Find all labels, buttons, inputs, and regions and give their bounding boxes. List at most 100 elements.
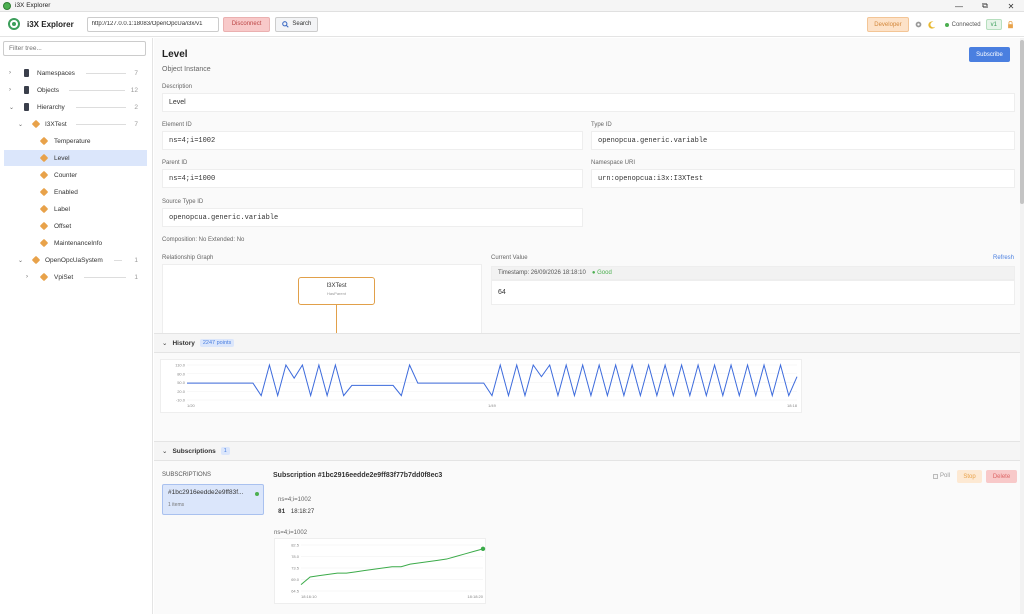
graph-node-label: I3XTest [326,283,347,289]
element-id-value: ns=4;i=1002 [162,131,583,150]
subscription-card[interactable]: #1bc2916eedde2e9ff83f... 1 items [162,484,264,515]
type-id-label: Type ID [591,122,612,128]
subscription-chart-node: ns=4;i=1002 [274,530,308,536]
poll-checkbox[interactable] [932,473,938,479]
chevron-right-icon[interactable]: › [26,274,28,280]
restore-button[interactable]: ⧉ [972,0,998,12]
search-button[interactable]: Search [275,16,319,32]
chevron-down-icon[interactable]: ⌄ [9,104,14,111]
source-type-id-value: openopcua.generic.variable [162,208,583,227]
subscription-item-time: 18:18:27 [290,509,315,515]
x-tick-label: 1/20 [187,403,196,408]
namespace-uri-value: urn:openopcua:i3x:I3XTest [591,169,1015,188]
detail-panel: Level Object Instance Subscribe Descript… [154,38,1020,614]
tree-item-vpiset[interactable]: › VpiSet 1 [4,269,147,285]
x-tick-label: 18:18:20 [467,594,483,599]
page-subtitle: Object Instance [162,66,211,73]
subscription-item-value: 81 [278,508,286,515]
tree-item-openopcuasystem[interactable]: ⌄ OpenOpcUaSystem 1 [4,252,147,268]
server-url-input[interactable] [86,16,219,32]
tree-item-label: OpenOpcUaSystem [45,256,103,264]
tree-item-namespaces[interactable]: › Namespaces 7 [4,65,147,81]
tree-item-count: 1 [134,256,138,264]
stop-button[interactable]: Stop [957,470,982,483]
composition-info: Composition: No Extended: No [162,237,245,243]
subscription-chart[interactable]: 82.5 78.0 73.5 69.0 64.5 18:16:10 18:18:20 [274,538,486,604]
moon-icon[interactable] [927,20,936,29]
relationship-graph-label: Relationship Graph [162,255,214,261]
window-title: i3X Explorer [15,2,51,9]
chevron-right-icon[interactable]: › [9,70,11,76]
search-icon [282,20,290,28]
tree-item-label: MaintenanceInfo [54,239,103,247]
tree-item-level[interactable]: Level [4,150,147,166]
version-badge: v1 [985,19,1002,30]
tree-item-label[interactable]: Label [4,201,147,217]
tree-item-label: Temperature [54,137,91,145]
disconnect-button[interactable]: Disconnect [222,16,271,32]
history-chart-svg: 110.0 80.0 50.0 20.0 -10.01/20 1/49 18:18 [175,363,798,409]
cube-icon [39,170,49,180]
cube-icon [31,119,41,129]
tree-item-count: 1 [134,273,138,281]
tree-item-label: Offset [54,222,72,230]
active-dot-icon [255,492,259,496]
close-button[interactable]: ✕ [998,0,1024,12]
tree-item-i3xtest[interactable]: ⌄ I3XTest 7 [4,116,147,132]
x-tick-label: 1/49 [488,403,497,408]
tree-item-objects[interactable]: › Objects 12 [4,82,147,98]
logo-icon [8,18,20,30]
subscriptions-section-header[interactable]: ⌄ Subscriptions 1 [154,441,1020,461]
gear-icon[interactable] [914,20,923,29]
subscription-node-id: ns=4;i=1002 [278,497,312,503]
lock-icon[interactable] [1007,20,1014,29]
graph-edge-label: HasParent [327,291,346,296]
tree-item-label: Objects [37,86,60,94]
delete-button[interactable]: Delete [986,470,1017,483]
filter-tree-input[interactable] [3,41,146,56]
chevron-right-icon[interactable]: › [9,87,11,93]
cube-icon [39,204,49,214]
subscription-item-row: 81 18:18:27 [278,508,314,515]
status-label: Connected [951,21,981,28]
tree-item-label: Hierarchy [37,103,65,111]
graph-node[interactable]: I3XTest HasParent [298,277,375,305]
status-dot-icon [944,22,949,27]
cube-icon [39,153,49,163]
search-label: Search [292,21,312,27]
scrollbar-thumb[interactable] [1020,40,1024,204]
chevron-down-icon[interactable]: ⌄ [18,121,23,128]
history-section-header[interactable]: ⌄ History 2247 points [154,333,1020,353]
tree-item-hierarchy[interactable]: ⌄ Hierarchy 2 [4,99,147,115]
latest-point [480,546,486,552]
brand-title: i3X Explorer [27,19,74,29]
relationship-graph[interactable]: I3XTest HasParent [162,264,482,335]
y-tick-label: 110.0 [175,363,185,368]
cube-icon [39,187,49,197]
subscribe-button[interactable]: Subscribe [969,47,1010,62]
toolbar: i3X Explorer Disconnect Search Developer… [0,12,1024,37]
current-value: 64 [491,280,1015,305]
sidebar-tree: › Namespaces 7 › Objects 12 ⌄ Hierarchy … [0,38,153,614]
cube-icon [31,255,41,265]
poll-label: Poll [939,473,950,479]
y-tick-label: 80.0 [177,371,186,376]
poll-toggle[interactable]: Poll [932,473,950,479]
timestamp: Timestamp: 26/09/2026 18:18:10 [498,270,586,276]
minimize-button[interactable]: — [946,0,972,12]
developer-button[interactable]: Developer [867,17,909,32]
tree-item-enabled[interactable]: Enabled [4,184,147,200]
refresh-link[interactable]: Refresh [993,255,1014,261]
tree-item-temperature[interactable]: Temperature [4,133,147,149]
parent-id-label: Parent ID [162,160,188,166]
subscriptions-list-header: SUBSCRIPTIONS [162,472,212,478]
cube-icon [39,136,49,146]
x-tick-label: 18:18 [787,403,798,408]
tree-item-offset[interactable]: Offset [4,218,147,234]
chevron-down-icon[interactable]: ⌄ [18,257,23,264]
tree-item-label: I3XTest [45,120,67,128]
history-chart[interactable]: 110.0 80.0 50.0 20.0 -10.0 1/20 1/49 18:18 [160,359,802,413]
tree-item-maintenanceinfo[interactable]: MaintenanceInfo [4,235,147,251]
tree-item-counter[interactable]: Counter [4,167,147,183]
chevron-down-icon: ⌄ [162,340,168,347]
